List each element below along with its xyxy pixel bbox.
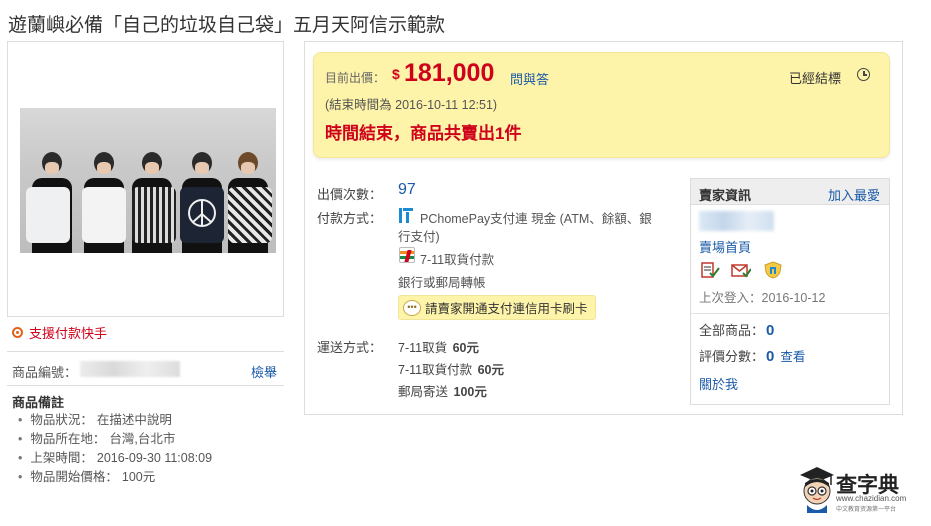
peace-icon bbox=[188, 199, 216, 227]
seven-eleven-icon bbox=[399, 247, 415, 263]
mascot-icon bbox=[800, 467, 834, 513]
pay-fast-label: 支援付款快手 bbox=[29, 326, 108, 341]
page-title: 遊蘭嶼必備「自己的垃圾自己袋」五月天阿信示範款 bbox=[8, 15, 446, 36]
divider bbox=[7, 351, 284, 352]
sold-message: 時間結束，商品共賣出1件 bbox=[325, 124, 522, 143]
auction-status: 已經結標 bbox=[789, 71, 842, 86]
price-box: 目前出價： $ 181,000 問與答 已經結標 (結束時間為 2016-10-… bbox=[313, 52, 890, 158]
end-time: (結束時間為 2016-10-11 12:51) bbox=[325, 98, 498, 112]
payment-bank: 銀行或郵局轉帳 bbox=[398, 276, 486, 290]
current-price: 181,000 bbox=[404, 59, 495, 87]
rating-score[interactable]: 0 bbox=[766, 348, 774, 365]
pchomepay-icon bbox=[399, 208, 413, 223]
rating-stat: 評價分數： 0 查看 bbox=[699, 348, 806, 365]
price-currency: $ bbox=[392, 66, 400, 82]
pay-fast-link[interactable]: 支援付款快手 bbox=[12, 323, 107, 342]
shirt bbox=[26, 187, 70, 243]
chat-bubble-icon: ••• bbox=[403, 299, 421, 316]
shirt bbox=[228, 187, 272, 243]
payment-711: 7-11取貨付款 bbox=[420, 253, 495, 267]
shipping-label: 運送方式： bbox=[317, 340, 383, 355]
shipping-option: 郵局寄送 100元 bbox=[398, 385, 487, 399]
divider bbox=[691, 313, 889, 314]
all-items-count[interactable]: 0 bbox=[766, 322, 774, 339]
about-me-link[interactable]: 關於我 bbox=[699, 374, 738, 393]
list-item: 物品開始價格：100元 bbox=[18, 468, 212, 487]
shirt bbox=[180, 187, 224, 243]
payment-label: 付款方式： bbox=[317, 211, 383, 226]
shipping-option: 7-11取貨 60元 bbox=[398, 341, 479, 355]
bids-label: 出價次數： bbox=[317, 187, 383, 202]
report-link[interactable]: 檢舉 bbox=[251, 362, 277, 381]
verified-document-icon[interactable] bbox=[700, 261, 720, 279]
list-item: 物品所在地：台灣,台北市 bbox=[18, 430, 212, 449]
shirt bbox=[132, 187, 176, 243]
all-items-stat: 全部商品： 0 bbox=[699, 322, 775, 339]
payment-pchomepay: PChomePay支付連 現金 (ATM、餘額、銀 bbox=[420, 212, 652, 226]
view-rating-link[interactable]: 查看 bbox=[780, 350, 805, 364]
shipping-option: 7-11取貨付款 60元 bbox=[398, 363, 504, 377]
product-photo[interactable] bbox=[20, 108, 276, 253]
pchomepay-shield-icon[interactable] bbox=[763, 261, 783, 279]
radio-dot-icon bbox=[12, 327, 23, 338]
list-item: 物品狀況：在描述中說明 bbox=[18, 411, 212, 430]
clock-icon bbox=[857, 68, 870, 81]
item-number-label: 商品編號： bbox=[12, 365, 78, 380]
watermark-logo: 查字典 www.chazidian.com 中文教育资源第一平台 bbox=[798, 465, 913, 517]
add-favorite-link[interactable]: 加入最愛 bbox=[828, 185, 880, 204]
seller-panel: 賣家資訊 加入最愛 賣場首頁 上次登入：2016-10-12 全部商品： 0 評價… bbox=[690, 178, 890, 405]
notes-title: 商品備註 bbox=[12, 395, 65, 410]
payment-pchomepay-cont: 行支付) bbox=[398, 230, 440, 244]
seller-title: 賣家資訊 bbox=[699, 188, 752, 203]
card-payment-notice[interactable]: ••• 請賣家開通支付連信用卡刷卡 bbox=[398, 295, 596, 320]
price-label: 目前出價： bbox=[325, 71, 386, 85]
notes-list: 物品狀況：在描述中說明 物品所在地：台灣,台北市 上架時間：2016-09-30… bbox=[18, 411, 212, 487]
store-home-link[interactable]: 賣場首頁 bbox=[699, 237, 751, 256]
seller-name-redacted[interactable] bbox=[699, 211, 774, 231]
seller-header: 賣家資訊 加入最愛 bbox=[691, 179, 889, 205]
divider bbox=[7, 385, 284, 386]
watermark-url: www.chazidian.com bbox=[836, 494, 907, 503]
list-item: 上架時間：2016-09-30 11:08:09 bbox=[18, 449, 212, 468]
watermark-slogan: 中文教育资源第一平台 bbox=[836, 507, 897, 513]
shirt bbox=[82, 187, 126, 243]
qa-link[interactable]: 問與答 bbox=[510, 69, 549, 88]
card-notice-text: 請賣家開通支付連信用卡刷卡 bbox=[425, 302, 588, 316]
verified-email-icon[interactable] bbox=[731, 261, 751, 279]
last-login: 上次登入：2016-10-12 bbox=[699, 291, 826, 305]
item-number-redacted bbox=[80, 361, 180, 377]
product-image-panel[interactable] bbox=[7, 41, 284, 317]
bid-count[interactable]: 97 bbox=[398, 181, 416, 199]
